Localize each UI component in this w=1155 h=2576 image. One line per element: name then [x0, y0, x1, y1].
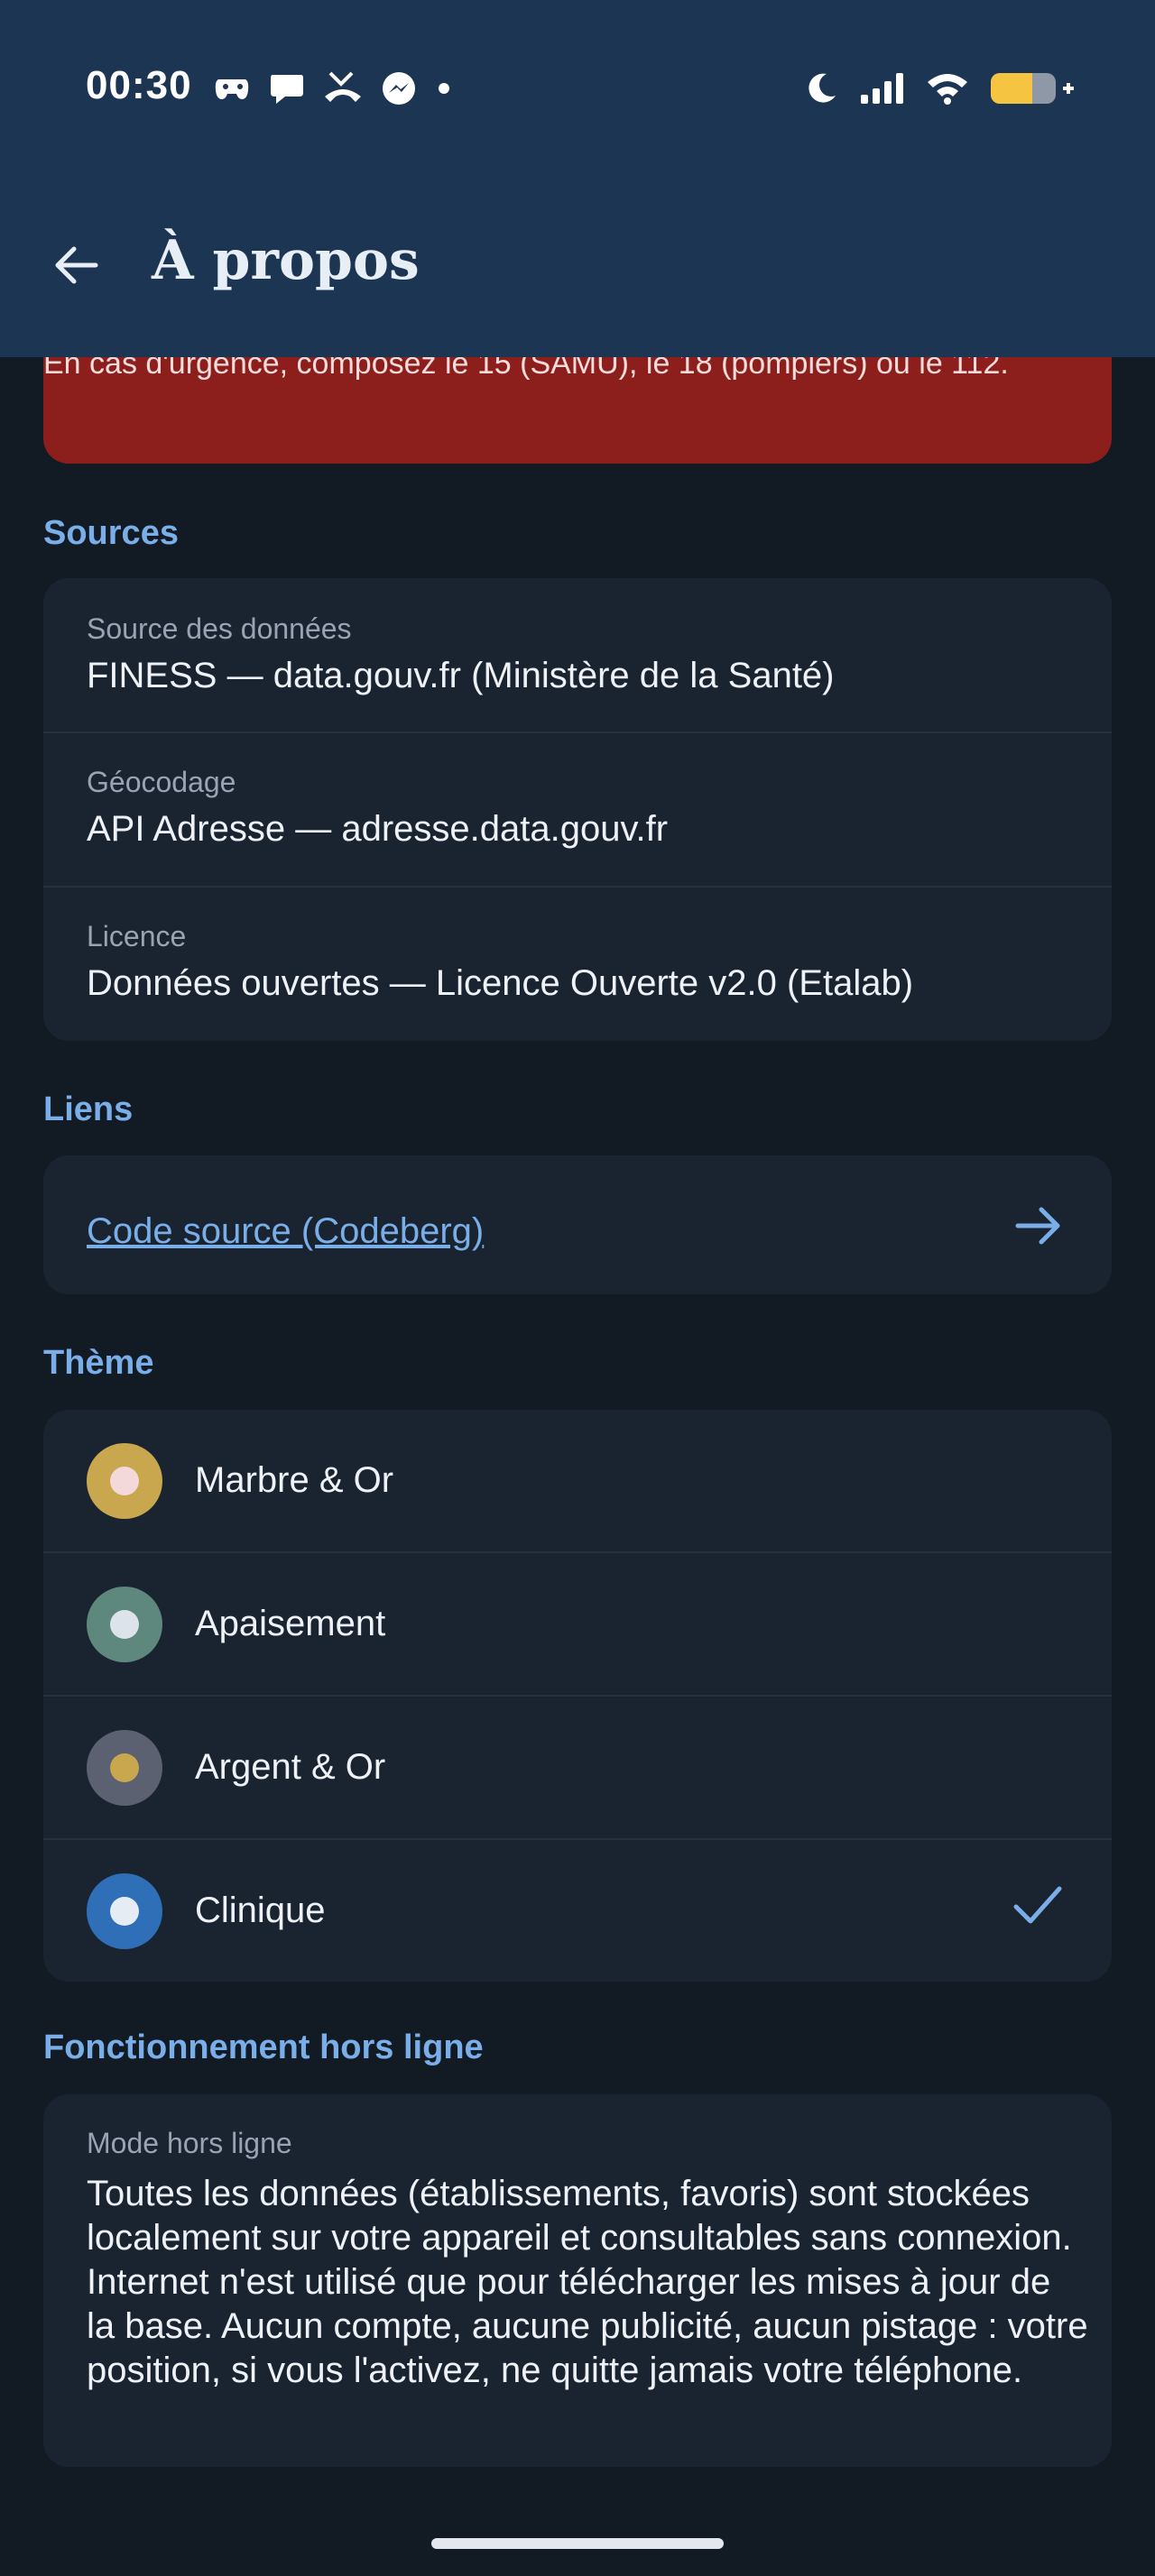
status-time: 00:30	[86, 63, 192, 107]
arrow-left-icon	[55, 246, 98, 284]
theme-option-apaisement[interactable]: Apaisement	[43, 1553, 1112, 1697]
theme-option-argent-or[interactable]: Argent & Or	[43, 1697, 1112, 1840]
geocoding-caption: Géocodage	[87, 766, 236, 798]
wifi-icon	[926, 71, 969, 110]
theme-swatch	[87, 1730, 162, 1806]
links-heading: Liens	[43, 1090, 134, 1128]
status-bar: 00:30	[0, 54, 1155, 126]
source-row-geocoding: Géocodage API Adresse — adresse.data.gou…	[43, 733, 1112, 888]
missed-call-icon	[323, 71, 363, 106]
notification-icons	[213, 70, 453, 106]
licence-value: Données ouvertes — Licence Ouverte v2.0 …	[87, 963, 914, 1003]
dot-icon	[435, 79, 453, 97]
theme-card: Marbre & Or Apaisement Argent & Or Clini…	[43, 1410, 1112, 1982]
theme-option-label: Apaisement	[195, 1604, 386, 1643]
theme-option-label: Clinique	[195, 1891, 326, 1930]
theme-swatch	[87, 1873, 162, 1949]
messenger-icon	[381, 70, 417, 106]
licence-caption: Licence	[87, 920, 187, 952]
app-header: 00:30 À propos	[0, 0, 1155, 357]
geocoding-value: API Adresse — adresse.data.gouv.fr	[87, 809, 669, 849]
game-controller-icon	[213, 72, 251, 105]
arrow-right-icon	[1014, 1204, 1065, 1252]
theme-option-label: Marbre & Or	[195, 1460, 394, 1500]
back-button[interactable]	[47, 236, 105, 294]
home-indicator[interactable]	[431, 2538, 724, 2549]
chat-bubble-icon	[269, 71, 305, 106]
theme-option-clinique[interactable]: Clinique	[43, 1840, 1112, 1982]
offline-card: Mode hors ligne Toutes les données (étab…	[43, 2094, 1112, 2467]
theme-option-label: Argent & Or	[195, 1747, 386, 1787]
theme-heading: Thème	[43, 1344, 154, 1382]
offline-description: Toutes les données (établissements, favo…	[87, 2174, 1088, 2390]
offline-caption: Mode hors ligne	[87, 2127, 292, 2159]
source-row-data: Source des données FINESS — data.gouv.fr…	[43, 578, 1112, 733]
code-source-link[interactable]: Code source (Codeberg)	[87, 1211, 484, 1252]
theme-swatch	[87, 1443, 162, 1519]
code-source-link-card[interactable]: Code source (Codeberg)	[43, 1155, 1112, 1294]
source-caption: Source des données	[87, 612, 352, 645]
source-value: FINESS — data.gouv.fr (Ministère de la S…	[87, 656, 835, 695]
page-title: À propos	[152, 229, 420, 292]
offline-heading: Fonctionnement hors ligne	[43, 2029, 484, 2066]
system-icons	[803, 70, 1076, 111]
sources-heading: Sources	[43, 514, 179, 552]
sources-card: Source des données FINESS — data.gouv.fr…	[43, 578, 1112, 1041]
signal-icon	[859, 71, 906, 110]
theme-option-marbre-or[interactable]: Marbre & Or	[43, 1410, 1112, 1553]
battery-charging-icon	[989, 71, 1076, 110]
theme-swatch	[87, 1587, 162, 1662]
source-row-licence: Licence Données ouvertes — Licence Ouver…	[43, 888, 1112, 1041]
check-icon	[1011, 1881, 1065, 1933]
moon-icon	[803, 70, 839, 111]
